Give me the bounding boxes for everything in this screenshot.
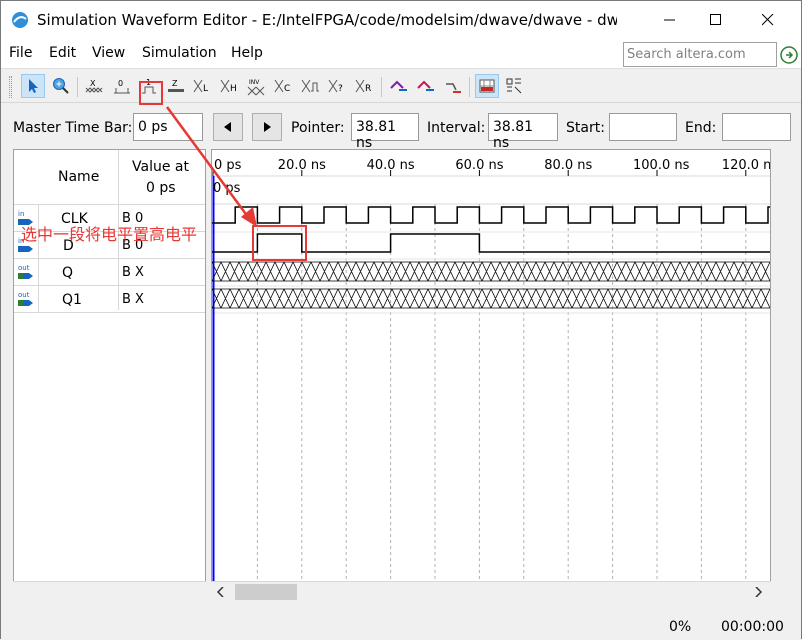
- annotation-arrow: [165, 106, 257, 227]
- app-window: Simulation Waveform Editor - E:/IntelFPG…: [0, 0, 802, 640]
- annotation-text: 选中一段将电平置高电平: [21, 225, 198, 244]
- highlight-d-segment: [252, 225, 307, 261]
